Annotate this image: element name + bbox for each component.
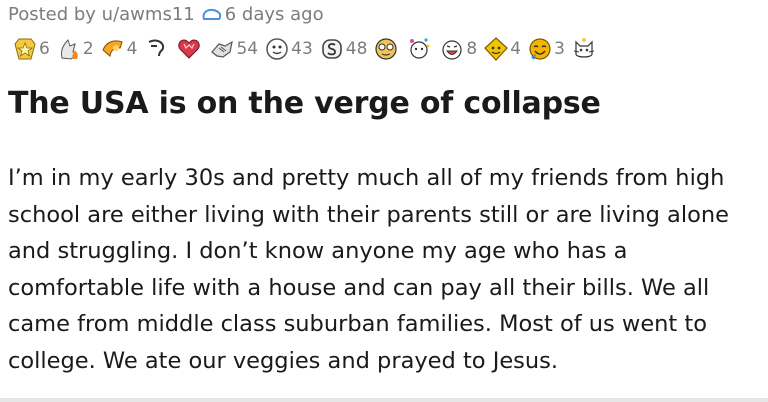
cat-award-icon [571, 36, 597, 62]
post-body-line: college. We ate our veggies and prayed t… [8, 347, 559, 374]
award-count: 2 [82, 39, 94, 59]
award-count: 6 [39, 39, 50, 59]
award-13[interactable] [571, 36, 602, 62]
award-6[interactable]: 43 [264, 36, 317, 62]
award-count: 4 [126, 39, 138, 59]
laughing-award-icon [439, 36, 465, 62]
post-body-line: I’m in my early 30s and pretty much all … [8, 165, 725, 191]
award-11[interactable]: 4 [483, 36, 525, 62]
award-7[interactable]: 48 [319, 36, 372, 62]
award-count: 3 [554, 39, 565, 59]
award-count: 54 [236, 39, 259, 59]
face-award-icon [264, 36, 290, 62]
gold-star-award-icon [12, 36, 38, 62]
award-count: 4 [510, 39, 522, 59]
award-3[interactable] [143, 36, 174, 62]
divider [0, 398, 768, 402]
hand-heart-award-icon [100, 36, 126, 62]
award-5[interactable]: 54 [209, 36, 262, 62]
heart-award-icon [176, 36, 202, 62]
award-2[interactable]: 4 [100, 36, 142, 62]
post-meta: Posted by u/awms11 6 days ago [8, 4, 324, 25]
award-4[interactable] [176, 36, 207, 62]
hand-flame-award-icon [56, 36, 82, 62]
award-12[interactable]: 3 [527, 36, 569, 62]
facepalm-award-icon [143, 36, 169, 62]
coin-award-icon [319, 36, 345, 62]
award-8[interactable] [373, 36, 404, 62]
award-count: 8 [466, 39, 478, 59]
handshake-award-icon [209, 36, 235, 62]
awards-row[interactable]: 6 2 4 54 43 48 8 4 3 [12, 36, 604, 62]
award-10[interactable]: 8 [439, 36, 481, 62]
award-0[interactable]: 6 [12, 36, 54, 62]
award-count: 48 [345, 39, 368, 59]
wholesome-award-icon [527, 36, 553, 62]
post-body-line: and struggling. I don’t know anyone my a… [8, 238, 628, 264]
post-body-line: came from middle class suburban families… [8, 311, 707, 337]
award-count: 43 [291, 39, 313, 59]
award-1[interactable]: 2 [56, 36, 98, 62]
clock-icon [201, 7, 223, 23]
post-body-line: comfortable life with a house and can pa… [8, 274, 710, 301]
post-body-line: school are either living with their pare… [8, 201, 729, 228]
posted-by[interactable]: Posted by u/awms11 [8, 4, 195, 25]
confetti-award-icon [406, 36, 432, 62]
post-title[interactable]: The USA is on the verge of collapse [8, 86, 601, 121]
award-9[interactable] [406, 36, 437, 62]
post-time[interactable]: 6 days ago [225, 4, 324, 25]
post-body: I’m in my early 30s and pretty much all … [8, 160, 768, 379]
gold-face-award-icon [483, 36, 509, 62]
face-with-glasses-award-icon [373, 36, 399, 62]
